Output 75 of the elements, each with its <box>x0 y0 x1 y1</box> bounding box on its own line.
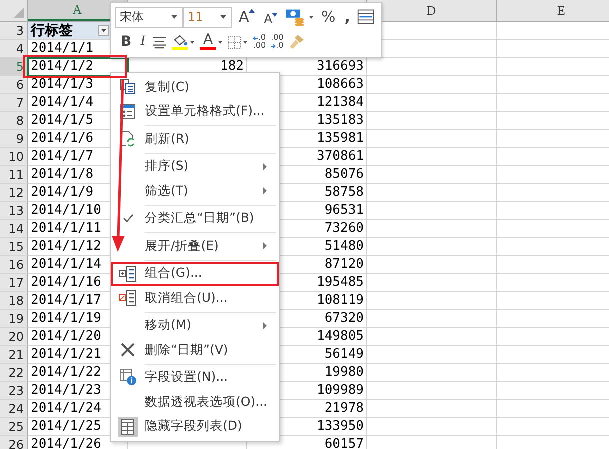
table-cell: 2014/1/7 <box>31 150 94 164</box>
table-cell: 60157 <box>324 438 364 449</box>
table-cell: 2014/1/19 <box>31 312 102 326</box>
grow-font-button[interactable]: A <box>237 8 258 26</box>
font-size-field[interactable]: 11 <box>183 6 232 28</box>
table-cell: 21978 <box>324 402 364 416</box>
table-cell: 2014/1/26 <box>31 438 102 449</box>
table-cell: 2014/1/12 <box>31 240 102 254</box>
table-cell: 2014/1/21 <box>31 348 102 362</box>
table-cell: 108119 <box>317 294 364 308</box>
menu-item[interactable]: 排序(S) <box>111 154 279 179</box>
percent-button[interactable]: % <box>319 8 338 26</box>
shrink-font-button[interactable]: A <box>262 8 280 26</box>
table-cell: 2014/1/24 <box>31 402 102 416</box>
table-cell: 2014/1/25 <box>31 420 102 434</box>
table-cell: 135183 <box>317 114 364 128</box>
table-cell: 109989 <box>317 384 364 398</box>
table-cell: 96531 <box>324 204 364 218</box>
table-cell: 2014/1/11 <box>31 222 102 236</box>
font-color-button[interactable]: A <box>200 34 216 50</box>
table-cell: 108663 <box>317 78 364 92</box>
menu-item[interactable]: 分类汇总“日期”(B) <box>111 206 279 231</box>
table-cell: 195485 <box>317 276 364 290</box>
menu-item[interactable]: 取消组合(U)... <box>111 286 279 310</box>
table-cell: 135981 <box>317 132 364 146</box>
column-header[interactable]: D <box>426 2 436 18</box>
table-cell: 67320 <box>324 312 364 326</box>
table-cell: 2014/1/17 <box>31 294 102 308</box>
menu-item[interactable]: 移动(M) <box>111 314 279 338</box>
menu-item[interactable]: 字段设置(N)... <box>111 366 279 390</box>
table-cell: 182 <box>220 60 244 74</box>
table-cell: 121384 <box>317 96 364 110</box>
column-header[interactable]: A <box>72 2 82 18</box>
table-cell: 2014/1/5 <box>31 114 94 128</box>
italic-button[interactable]: I <box>138 34 148 50</box>
menu-item[interactable]: 筛选(T) <box>111 179 279 204</box>
menu-item[interactable]: 数据透视表选项(O)... <box>111 390 279 414</box>
decrease-decimal-button[interactable]: .00 .0 <box>271 34 284 50</box>
table-cell: 316693 <box>317 60 364 74</box>
table-cell: 2014/1/16 <box>31 276 102 290</box>
menu-item[interactable]: 展开/折叠(E) <box>111 234 279 258</box>
row-labels-heading: 行标签 <box>31 24 73 38</box>
table-cell: 2014/1/10 <box>31 204 102 218</box>
table-cell: 2014/1/14 <box>31 258 102 272</box>
menu-item[interactable]: 组合(G)... <box>111 262 279 286</box>
menu-item[interactable]: 设置单元格格式(F)... <box>111 100 279 124</box>
table-cell: 2014/1/6 <box>31 132 94 146</box>
table-cell: 2014/1/20 <box>31 330 102 344</box>
table-cell: 56149 <box>324 348 364 362</box>
font-name-field[interactable]: 宋体 <box>115 6 183 28</box>
menu-item[interactable]: 删除“日期”(V) <box>111 338 279 362</box>
table-cell: 149805 <box>317 330 364 344</box>
table-cell: 2014/1/1 <box>31 42 94 56</box>
table-cell: 58758 <box>324 186 364 200</box>
table-cell: 2014/1/2 <box>31 60 94 74</box>
table-cell: 51480 <box>324 240 364 254</box>
menu-item[interactable]: 刷新(R) <box>111 127 279 152</box>
table-cell: 2014/1/9 <box>31 186 94 200</box>
table-cell: 73260 <box>324 222 364 236</box>
table-cell: 133950 <box>317 420 364 434</box>
table-cell: 2014/1/8 <box>31 168 94 182</box>
table-cell: 2014/1/3 <box>31 78 94 92</box>
increase-decimal-button[interactable]: .0 .00 <box>253 34 266 50</box>
table-cell: 19980 <box>324 366 364 380</box>
table-cell: 87120 <box>324 258 364 272</box>
column-header[interactable]: E <box>558 2 566 18</box>
table-cell: 2014/1/23 <box>31 384 102 398</box>
comma-button[interactable]: , <box>342 8 352 26</box>
table-cell: 2014/1/4 <box>31 96 94 110</box>
table-cell: 85076 <box>324 168 364 182</box>
menu-item[interactable]: 复制(C) <box>111 75 279 100</box>
bold-button[interactable]: B <box>115 34 134 50</box>
table-cell: 2014/1/22 <box>31 366 102 380</box>
table-cell: 370861 <box>317 150 364 164</box>
menu-item[interactable]: 隐藏字段列表(D) <box>111 414 279 439</box>
